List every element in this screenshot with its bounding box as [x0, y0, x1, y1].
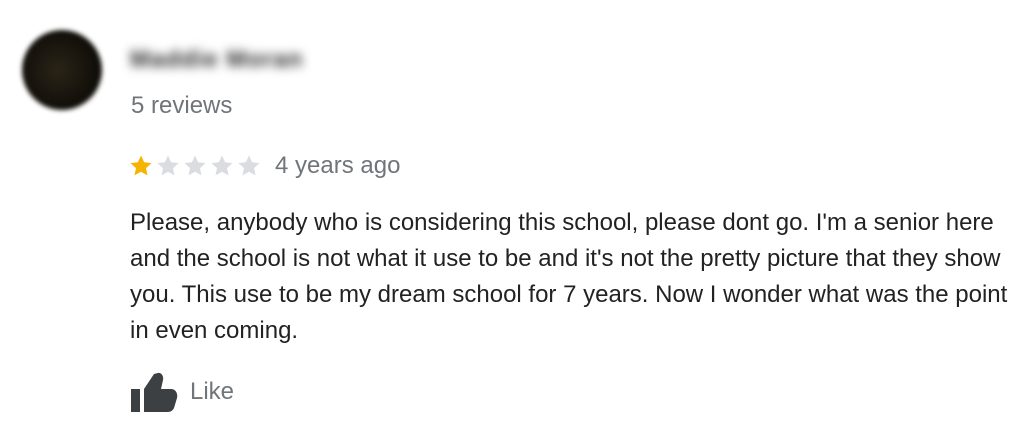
star-empty-icon	[183, 154, 207, 178]
star-empty-icon	[210, 154, 234, 178]
star-empty-icon	[237, 154, 261, 178]
star-rating	[129, 154, 264, 178]
thumbs-up-icon[interactable]	[130, 372, 178, 412]
like-label[interactable]: Like	[190, 378, 234, 406]
like-button[interactable]: Like	[130, 372, 234, 412]
star-empty-icon	[156, 154, 180, 178]
avatar[interactable]	[22, 30, 102, 110]
star-filled-icon	[129, 154, 153, 178]
review-time: 4 years ago	[275, 152, 401, 179]
review-text: Please, anybody who is considering this …	[130, 209, 1008, 344]
reviewer-name[interactable]: Maddie Moran	[130, 46, 303, 74]
rating-row: 4 years ago	[129, 152, 400, 180]
review-card: Maddie Moran 5 reviews 4 years ago Pleas…	[0, 0, 1018, 426]
review-count: 5 reviews	[131, 92, 233, 119]
